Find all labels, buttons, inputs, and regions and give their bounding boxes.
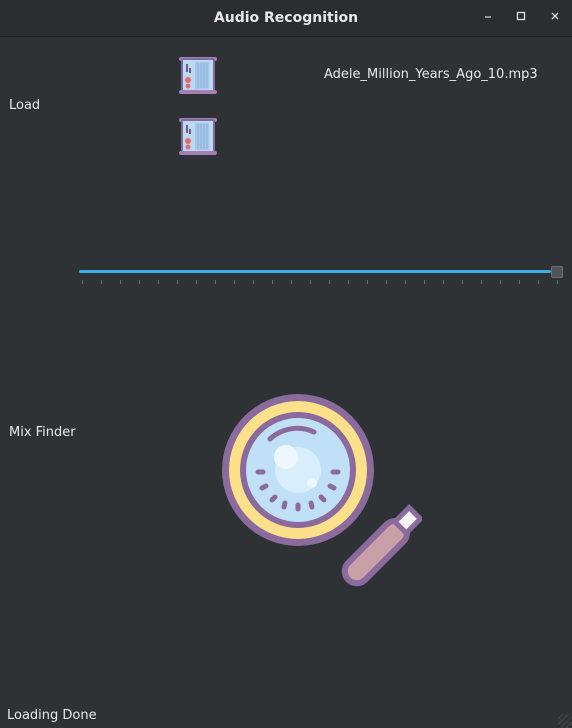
close-button[interactable] [545, 8, 565, 28]
progress-tick [538, 280, 539, 284]
mix-finder-button[interactable] [218, 392, 424, 594]
progress-tick [462, 280, 463, 284]
progress-tick [519, 280, 520, 284]
progress-tick [196, 280, 197, 284]
progress-tick [139, 280, 140, 284]
progress-tick [329, 280, 330, 284]
load-button-2[interactable] [176, 115, 220, 157]
maximize-button[interactable] [511, 8, 531, 28]
progress-tick [386, 280, 387, 284]
minimize-button[interactable] [478, 8, 498, 28]
progress-tick [272, 280, 273, 284]
magnifier-icon [222, 394, 424, 587]
progress-tick [405, 280, 406, 284]
progress-tick [215, 280, 216, 284]
maximize-icon [516, 11, 526, 21]
audio-mixer-icon [179, 57, 217, 94]
title-bar: Audio Recognition [0, 0, 572, 37]
progress-tick [367, 280, 368, 284]
progress-tick [101, 280, 102, 284]
progress-tick [348, 280, 349, 284]
progress-slider[interactable] [79, 262, 565, 292]
mix-finder-label: Mix Finder [9, 425, 76, 440]
audio-mixer-icon [179, 118, 217, 155]
progress-tick [120, 280, 121, 284]
loaded-filename: Adele_Million_Years_Ago_10.mp3 [324, 67, 538, 82]
minimize-icon [485, 16, 491, 18]
progress-tick [557, 280, 558, 284]
load-button-1[interactable] [176, 54, 220, 96]
progress-tick [481, 280, 482, 284]
progress-tick [177, 280, 178, 284]
progress-handle[interactable] [551, 266, 563, 278]
progress-tick [291, 280, 292, 284]
resize-grip[interactable] [558, 714, 572, 728]
progress-tick [234, 280, 235, 284]
progress-tick [424, 280, 425, 284]
status-text: Loading Done [7, 708, 97, 723]
progress-tick [310, 280, 311, 284]
progress-tick [253, 280, 254, 284]
load-label: Load [9, 98, 41, 113]
close-icon [551, 12, 559, 20]
progress-tick [158, 280, 159, 284]
progress-tick [82, 280, 83, 284]
progress-tick [500, 280, 501, 284]
progress-tick [443, 280, 444, 284]
progress-ticks [82, 280, 558, 286]
progress-track [79, 270, 551, 273]
